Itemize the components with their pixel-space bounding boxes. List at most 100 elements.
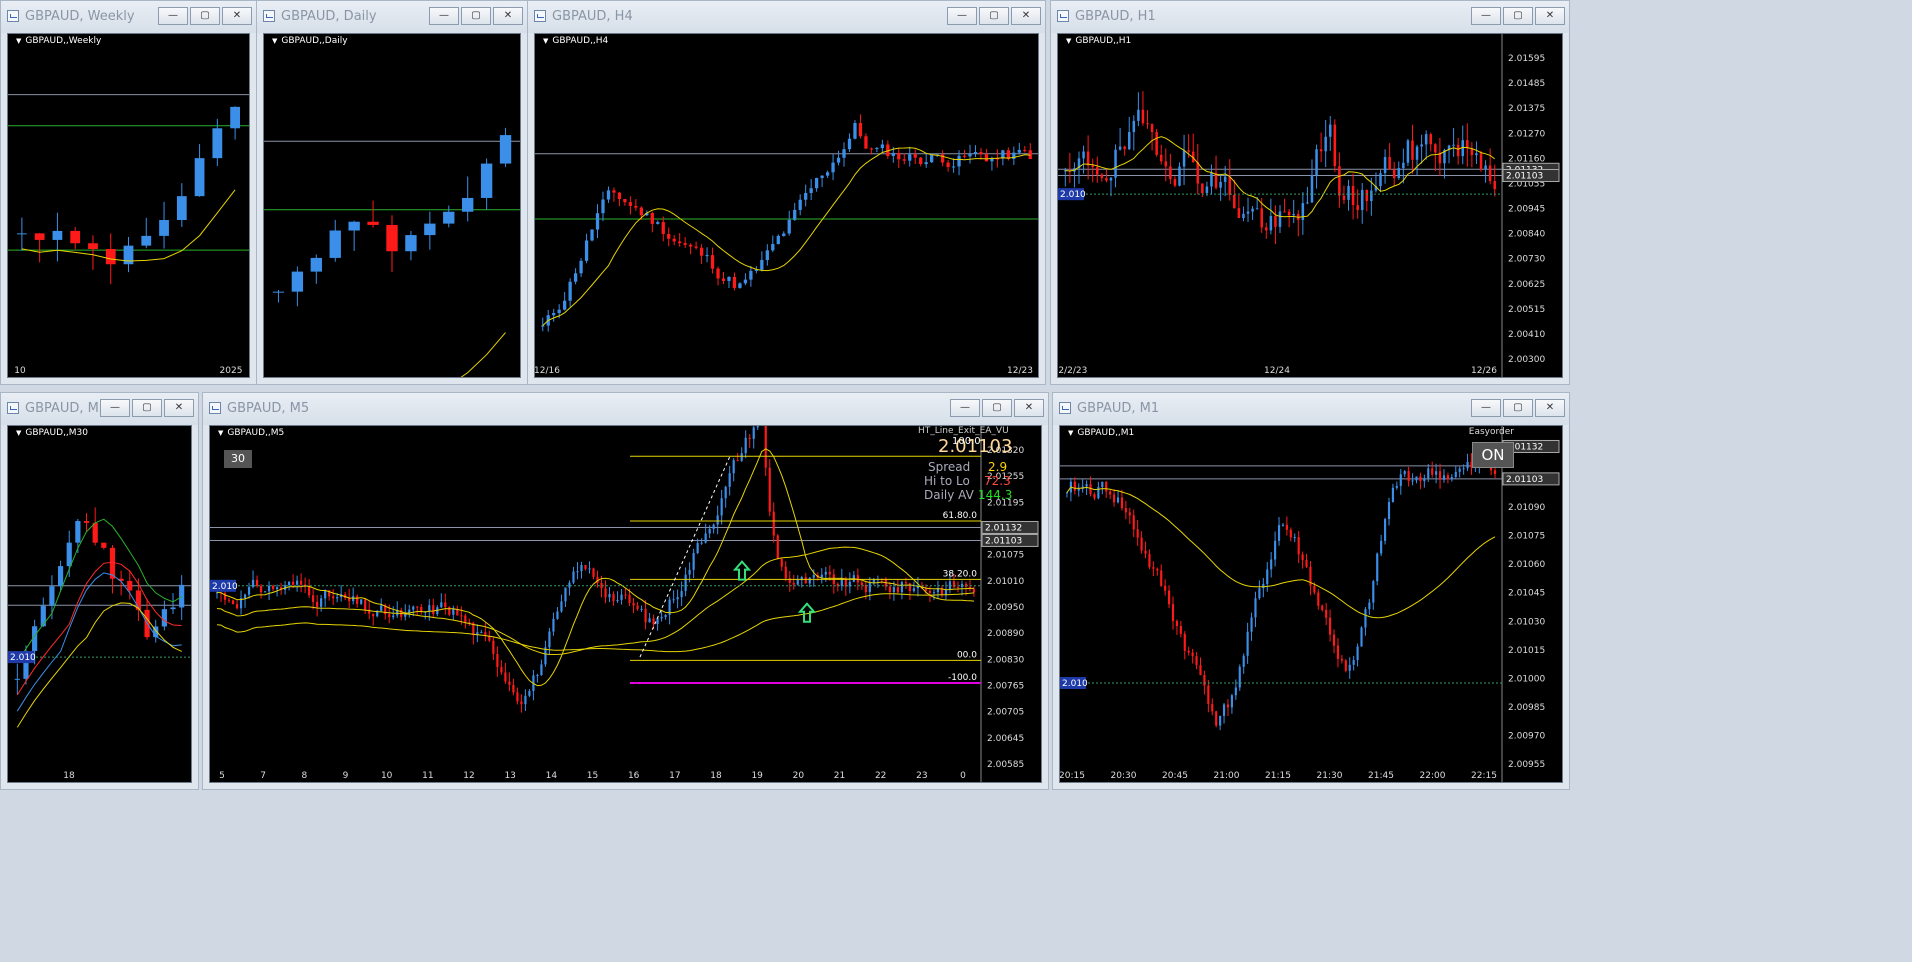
titlebar[interactable]: GBPAUD, H1 — ▢ ✕ (1051, 1, 1569, 33)
maximize-button[interactable]: ▢ (132, 399, 162, 417)
candle-body (88, 243, 98, 249)
titlebar[interactable]: GBPAUD, Weekly — ▢ ✕ (1, 1, 256, 33)
candle-body (932, 592, 936, 594)
price-tag-text: 2.01103 (985, 536, 1022, 546)
candle-body (809, 188, 813, 193)
candle-body (1399, 474, 1402, 486)
candle-body (648, 618, 651, 623)
window-m30[interactable]: GBPAUD, M30 —▢✕ 2.010 18 GBPAUD,,M30 (0, 392, 199, 790)
chart-area[interactable]: 2.013202.012552.011952.011352.010752.010… (209, 425, 1042, 783)
minimize-button[interactable]: — (947, 7, 977, 25)
chart-area[interactable]: GBPAUD,,Daily (263, 33, 521, 378)
candle-body (1262, 583, 1265, 589)
chart-area[interactable]: 10 2025 GBPAUD,,Weekly (7, 33, 250, 378)
y-tick-label: 2.01030 (1508, 617, 1545, 627)
candle-body (946, 162, 950, 168)
window-m5[interactable]: GBPAUD, M5 — ▢ ✕ 2.01320 2.01255 2.01195 2.01… (202, 392, 1049, 790)
close-button[interactable]: ✕ (1535, 399, 1565, 417)
titlebar[interactable]: GBPAUD, M1 — ▢ ✕ (1053, 393, 1569, 425)
candle-body (462, 197, 474, 212)
candle-body (919, 157, 923, 165)
candle-body (552, 618, 555, 632)
y-tick-label: 2.01375 (1508, 104, 1545, 114)
close-button[interactable]: ✕ (222, 7, 252, 25)
minimize-button[interactable]: — (158, 7, 188, 25)
candle-body (650, 213, 654, 224)
easyorder-on-button[interactable]: ON (1472, 442, 1514, 468)
x-tick-label: 18 (710, 771, 722, 781)
close-button[interactable]: ✕ (493, 7, 523, 25)
candle-body (624, 594, 627, 596)
candle-body (676, 597, 679, 600)
close-button[interactable]: ✕ (1014, 399, 1044, 417)
candle-body (1456, 144, 1460, 157)
candle-body (348, 221, 360, 231)
candle-body (1452, 144, 1455, 146)
window-weekly[interactable]: GBPAUD, Weekly —▢✕ 10 2025 GBPAUD,,Weekly (0, 0, 257, 385)
candle-body (1293, 536, 1296, 538)
candle-body (972, 589, 976, 593)
candle-body (1100, 174, 1104, 179)
candle-body (480, 632, 483, 634)
candle-body (405, 235, 417, 252)
candle-body (891, 152, 895, 157)
candle-body (504, 672, 507, 682)
candle-body (831, 162, 835, 173)
maximize-button[interactable]: ▢ (1503, 399, 1533, 417)
candle-body (372, 613, 375, 617)
chart-area[interactable]: 2.010 18 GBPAUD,,M30 (7, 425, 192, 783)
candle-body (872, 579, 875, 583)
maximize-button[interactable]: ▢ (1503, 7, 1533, 25)
candle-body (1347, 185, 1350, 200)
x-tick-label: 9 (343, 771, 349, 781)
y-tick-label: 2.00705 (987, 708, 1024, 718)
x-tick-label: 12/26 (1471, 366, 1497, 376)
candle-body (1251, 208, 1254, 212)
chart-area[interactable]: 2.01595 2.01485 2.01375 2.01270 2.01160 2.010… (1057, 33, 1563, 378)
close-button[interactable]: ✕ (164, 399, 194, 417)
candle-body (957, 155, 961, 167)
candle-body (1159, 154, 1163, 162)
candle-body (1462, 468, 1465, 470)
candle-body (1287, 211, 1291, 216)
candle-body (1329, 617, 1332, 635)
candle-body (292, 581, 295, 585)
maximize-button[interactable]: ▢ (190, 7, 220, 25)
window-daily[interactable]: GBPAUD, Daily —▢✕ GBPAUD,,Daily (256, 0, 528, 385)
moving-average-line (216, 592, 975, 653)
candle-body (460, 615, 463, 617)
maximize-button[interactable]: ▢ (982, 399, 1012, 417)
chart-area[interactable]: 12/16 12/23 GBPAUD,,H4 (534, 33, 1039, 378)
minimize-button[interactable]: — (1471, 399, 1501, 417)
maximize-button[interactable]: ▢ (979, 7, 1009, 25)
maximize-button[interactable]: ▢ (461, 7, 491, 25)
candle-body (1109, 491, 1112, 495)
chart-symbol-label: GBPAUD,,Daily (272, 36, 347, 46)
minimize-button[interactable]: — (950, 399, 980, 417)
close-button[interactable]: ✕ (1535, 7, 1565, 25)
candle-body (864, 136, 868, 149)
titlebar[interactable]: GBPAUD, M30 — ▢ ✕ (1, 393, 198, 425)
timeframe-button[interactable]: 30 (224, 450, 252, 468)
fib-trend-line (639, 455, 731, 658)
minimize-button[interactable]: — (429, 7, 459, 25)
candle-body (159, 220, 169, 236)
window-h1[interactable]: GBPAUD, H1 — ▢ ✕ 2.01595 2.01485 2.01375 2.01… (1050, 0, 1570, 385)
window-m1[interactable]: GBPAUD, M1 —▢✕ 2.011352.011202.010902.01… (1052, 392, 1570, 790)
candle-body (888, 586, 891, 592)
candle-body (388, 614, 391, 618)
close-button[interactable]: ✕ (1011, 7, 1041, 25)
window-h4[interactable]: GBPAUD, H4 —▢✕ 12/16 12/23 GBPAUD,,H4 (527, 0, 1046, 385)
titlebar[interactable]: GBPAUD, M5 — ▢ ✕ (203, 393, 1048, 425)
chart-window-icon (534, 10, 546, 22)
candle-body (1128, 512, 1131, 516)
minimize-button[interactable]: — (100, 399, 130, 417)
titlebar[interactable]: GBPAUD, H4 — ▢ ✕ (528, 1, 1045, 33)
candle-body (1376, 553, 1379, 582)
candle-body (616, 599, 619, 602)
minimize-button[interactable]: — (1471, 7, 1501, 25)
y-tick-label: 2.01045 (1508, 589, 1545, 599)
candle-body (924, 588, 928, 591)
titlebar[interactable]: GBPAUD, Daily — ▢ ✕ (257, 1, 527, 33)
chart-area[interactable]: 2.011352.011202.010902.010752.010602.010… (1059, 425, 1563, 783)
